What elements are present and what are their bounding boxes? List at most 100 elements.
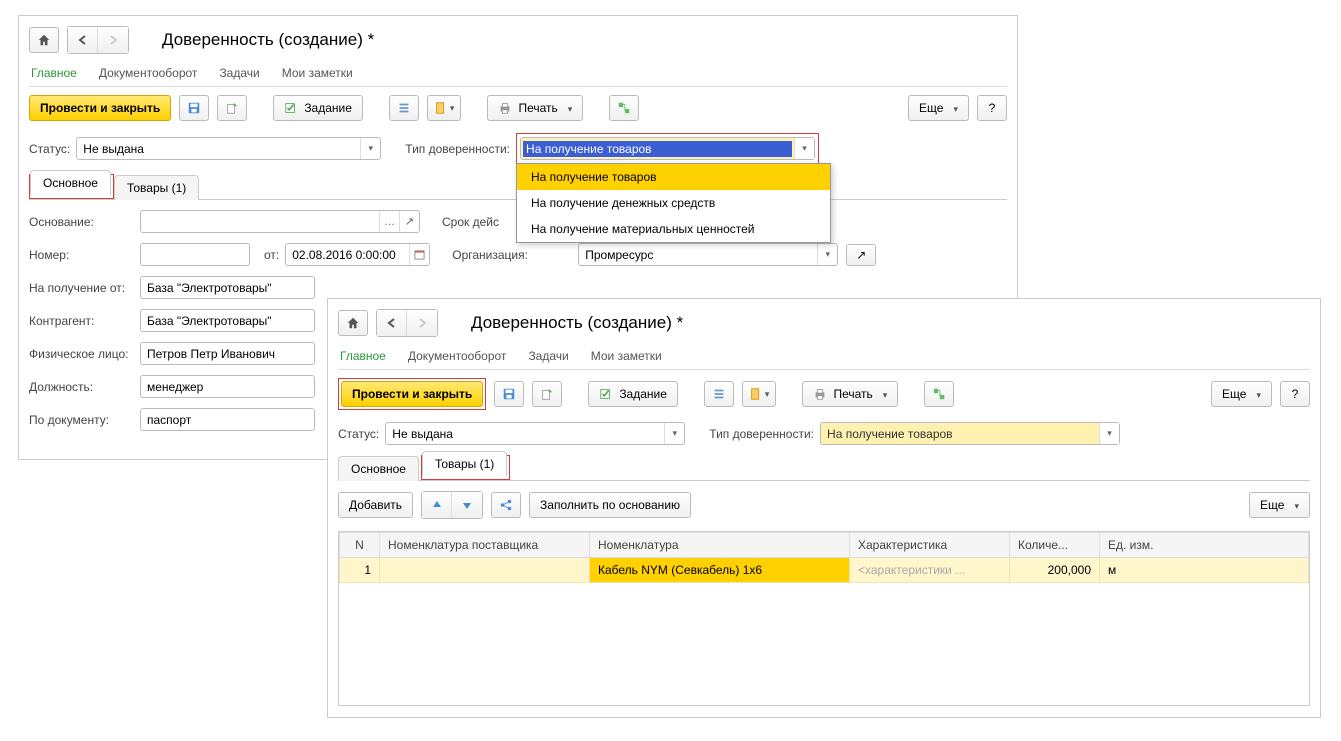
more-button-2[interactable]: Еще (1211, 381, 1272, 407)
col-supplier[interactable]: Номенклатура поставщика (380, 533, 590, 558)
person-field[interactable]: Петров Петр Иванович (140, 342, 315, 365)
counterparty-field[interactable]: База "Электротовары" (140, 309, 315, 332)
power-type-dropdown-icon[interactable] (794, 138, 814, 159)
basis-input[interactable] (141, 215, 379, 229)
power-type-dropdown: На получение товаров На получение денежн… (516, 163, 831, 243)
print-label: Печать (518, 101, 557, 115)
position-value: менеджер (141, 380, 314, 394)
post-button-2[interactable] (532, 381, 562, 407)
goods-table: N Номенклатура поставщика Номенклатура Х… (339, 532, 1309, 583)
forward-button-2[interactable] (407, 310, 437, 336)
home-button-2[interactable] (338, 310, 368, 336)
attach-button-2[interactable]: ▾ (742, 381, 777, 407)
col-qty[interactable]: Количе... (1010, 533, 1100, 558)
cell-qty: 200,000 (1010, 558, 1100, 583)
number-input[interactable] (141, 248, 308, 262)
help-button[interactable]: ? (977, 95, 1007, 121)
col-nom[interactable]: Номенклатура (590, 533, 850, 558)
power-type-field[interactable]: На получение товаров (520, 137, 815, 160)
window-title: Доверенность (создание) * (162, 30, 374, 50)
save-button-2[interactable] (494, 381, 524, 407)
table-row[interactable]: 1 Кабель NYM (Севкабель) 1х6 <характерис… (340, 558, 1309, 583)
home-button[interactable] (29, 27, 59, 53)
list-button-2[interactable] (704, 381, 734, 407)
task-label: Задание (304, 101, 352, 115)
status-field[interactable]: Не выдана (76, 137, 381, 160)
term-label: Срок дейс (442, 215, 499, 229)
related-button-2[interactable] (924, 381, 954, 407)
tab-main[interactable]: Главное (29, 62, 79, 84)
col-unit[interactable]: Ед. изм. (1100, 533, 1309, 558)
dropdown-opt-3[interactable]: На получение материальных ценностей (517, 216, 830, 242)
power-type-field-2[interactable]: На получение товаров (820, 422, 1120, 445)
move-down-button[interactable] (452, 492, 482, 518)
receive-from-value: База "Электротовары" (141, 281, 314, 295)
forward-button[interactable] (98, 27, 128, 53)
back-button[interactable] (68, 27, 98, 53)
org-field[interactable]: Промресурс (578, 243, 838, 266)
receive-from-field[interactable]: База "Электротовары" (140, 276, 315, 299)
task-button[interactable]: Задание (273, 95, 363, 121)
org-dropdown-icon[interactable] (817, 244, 837, 265)
commit-close-button[interactable]: Провести и закрыть (29, 95, 171, 121)
counterparty-value: База "Электротовары" (141, 314, 314, 328)
help-button-2[interactable]: ? (1280, 381, 1310, 407)
tab-main-2[interactable]: Главное (338, 345, 388, 367)
date-value: 02.08.2016 0:00:00 (286, 248, 409, 262)
goods-toolbar: Добавить Заполнить по основанию Еще (338, 491, 1310, 519)
back-button-2[interactable] (377, 310, 407, 336)
person-value: Петров Петр Иванович (141, 347, 314, 361)
status-dropdown-icon-2[interactable] (664, 423, 684, 444)
status-label-2: Статус: (338, 427, 379, 441)
cell-n: 1 (340, 558, 380, 583)
more-button[interactable]: Еще (908, 95, 969, 121)
tab-docflow-2[interactable]: Документооборот (406, 345, 509, 367)
goods-more-button[interactable]: Еще (1249, 492, 1310, 518)
basis-label: Основание: (29, 215, 134, 229)
doc-value: паспорт (141, 413, 314, 427)
share-button[interactable] (491, 492, 521, 518)
window-title-2: Доверенность (создание) * (471, 313, 683, 333)
basis-select-icon[interactable]: … (379, 211, 399, 232)
basis-field[interactable]: … ↗ (140, 210, 420, 233)
basis-open-icon[interactable]: ↗ (399, 211, 419, 232)
date-calendar-icon[interactable] (409, 244, 429, 265)
tab-notes[interactable]: Мои заметки (280, 62, 355, 84)
org-open-icon[interactable]: ↗ (846, 244, 876, 266)
tab-docflow[interactable]: Документооборот (97, 62, 200, 84)
date-field[interactable]: 02.08.2016 0:00:00 (285, 243, 430, 266)
print-button[interactable]: Печать (487, 95, 583, 121)
tab-notes-2[interactable]: Мои заметки (589, 345, 664, 367)
doc-field[interactable]: паспорт (140, 408, 315, 431)
subtab-main-2[interactable]: Основное (338, 456, 419, 481)
subtab-goods-2[interactable]: Товары (1) (422, 451, 507, 476)
power-type-dropdown-icon-2[interactable] (1099, 423, 1119, 444)
col-n[interactable]: N (340, 533, 380, 558)
fill-button[interactable]: Заполнить по основанию (529, 492, 691, 518)
tab-tasks[interactable]: Задачи (217, 62, 261, 84)
add-button[interactable]: Добавить (338, 492, 413, 518)
tab-tasks-2[interactable]: Задачи (526, 345, 570, 367)
save-button[interactable] (179, 95, 209, 121)
dropdown-opt-2[interactable]: На получение денежных средств (517, 190, 830, 216)
status-field-2[interactable]: Не выдана (385, 422, 685, 445)
status-dropdown-icon[interactable] (360, 138, 380, 159)
subtab-main[interactable]: Основное (30, 170, 111, 195)
move-up-button[interactable] (422, 492, 452, 518)
number-field[interactable] (140, 243, 250, 266)
list-button[interactable] (389, 95, 419, 121)
dropdown-opt-1[interactable]: На получение товаров (517, 164, 830, 190)
cell-char: <характеристики ... (850, 558, 1010, 583)
topbar-2: Доверенность (создание) * (338, 309, 1310, 337)
post-button[interactable] (217, 95, 247, 121)
goods-table-container: N Номенклатура поставщика Номенклатура Х… (338, 531, 1310, 706)
commit-close-button-2[interactable]: Провести и закрыть (341, 381, 483, 407)
task-button-2[interactable]: Задание (588, 381, 678, 407)
print-button-2[interactable]: Печать (802, 381, 898, 407)
attach-button[interactable]: ▾ (427, 95, 462, 121)
status-label: Статус: (29, 142, 70, 156)
subtab-goods[interactable]: Товары (1) (114, 175, 199, 200)
related-button[interactable] (609, 95, 639, 121)
col-char[interactable]: Характеристика (850, 533, 1010, 558)
position-field[interactable]: менеджер (140, 375, 315, 398)
